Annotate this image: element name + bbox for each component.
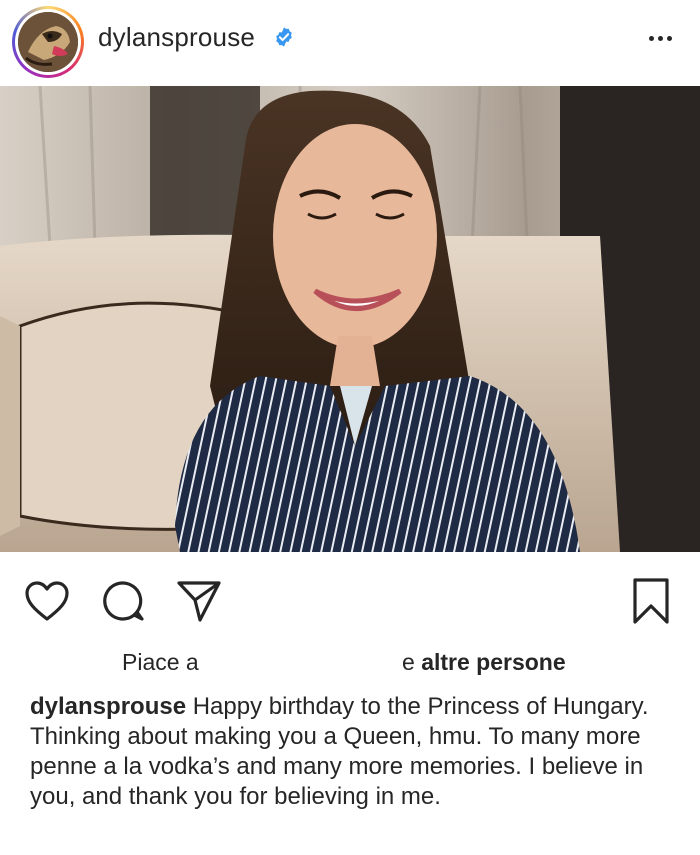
likes-prefix: Piace a [122,649,199,675]
share-button[interactable] [174,576,224,626]
comment-icon [103,581,144,621]
others-link[interactable]: altre persone [421,649,565,675]
like-button[interactable] [22,576,72,626]
post-actions [0,560,700,640]
avatar[interactable] [12,6,84,78]
caption-username[interactable]: dylansprouse [30,693,186,720]
heart-icon [25,581,69,621]
likes-suffix: e altre persone [402,649,566,675]
post-header: dylansprouse [0,0,700,86]
send-icon [177,581,221,622]
more-options-button[interactable] [640,24,680,52]
verified-badge-icon [276,27,292,47]
bookmark-icon [633,578,669,624]
post-photo[interactable] [0,86,700,552]
likes-summary[interactable]: Piace a e altre persone [0,646,700,680]
avatar-image [18,12,78,72]
more-horizontal-icon [648,35,654,41]
save-button[interactable] [626,576,676,626]
comment-button[interactable] [98,576,148,626]
post-username[interactable]: dylansprouse [98,22,255,53]
photo-illustration [0,86,700,552]
post-caption: dylansprouse Happy birthday to the Princ… [30,692,670,812]
